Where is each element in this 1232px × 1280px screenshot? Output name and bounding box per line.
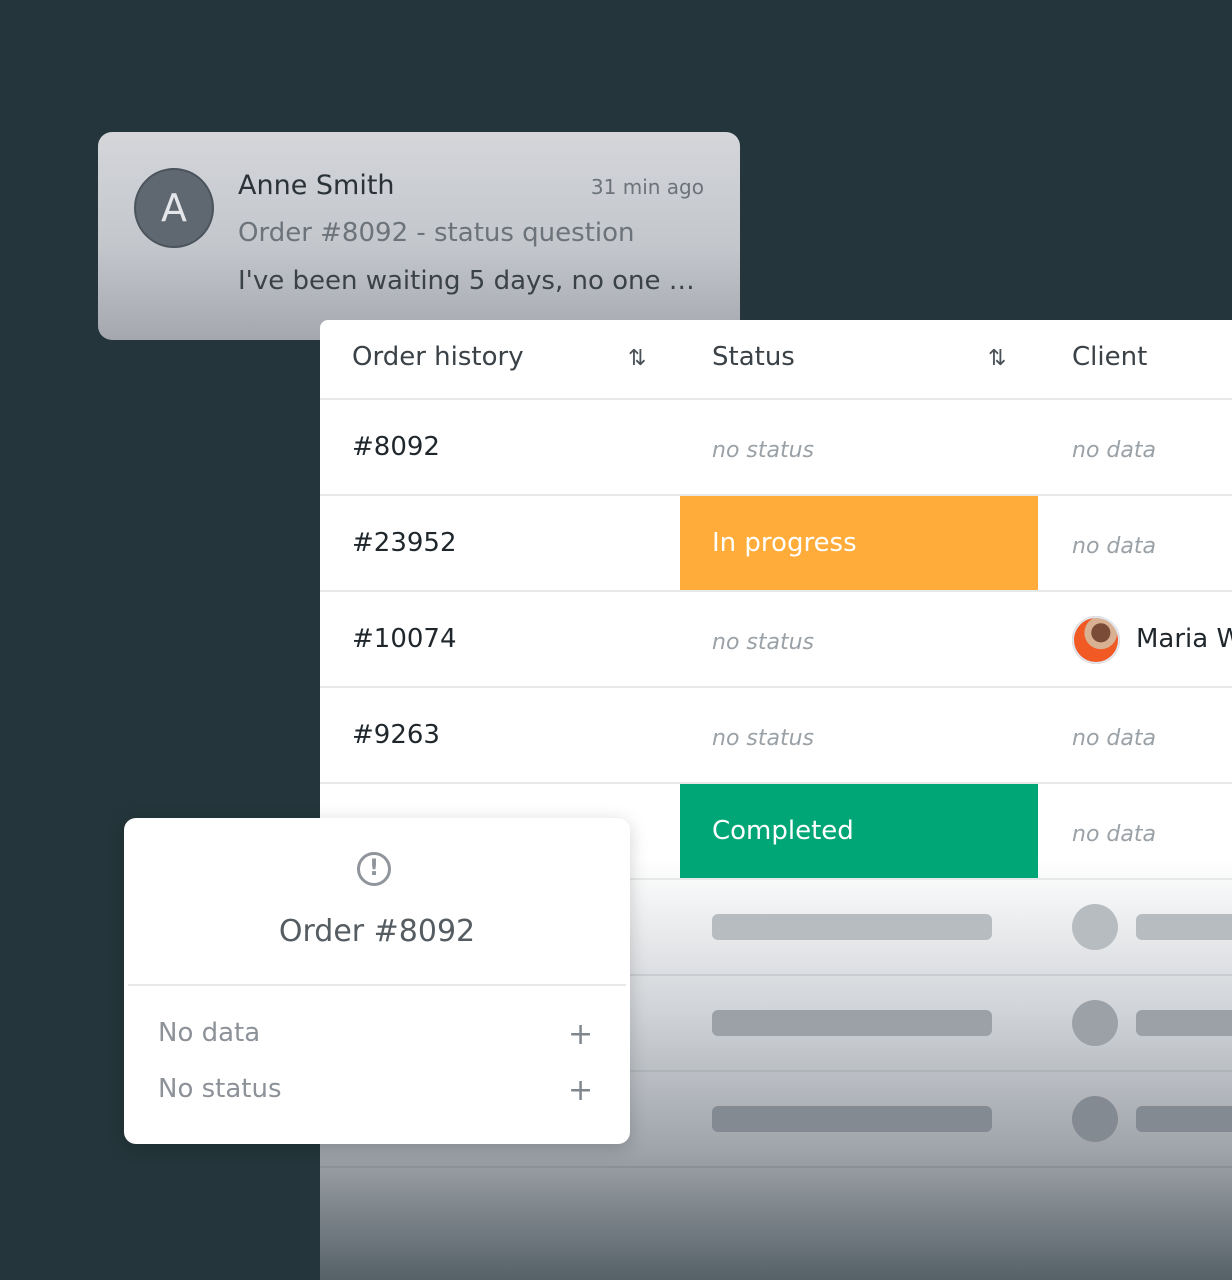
no-status-option[interactable]: No status [158,1074,282,1104]
order-id: #23952 [352,528,457,558]
avatar: A [134,168,214,248]
divider [128,984,626,986]
client-avatar [1072,616,1120,664]
status-cell[interactable]: no status [712,438,814,463]
skeleton-bar [712,1106,992,1132]
message-preview: I've been waiting 5 days, no one is... [238,266,702,296]
alert-circle-icon: ! [357,852,391,886]
table-row[interactable]: #8092 no status no data [320,400,1232,496]
sender-name: Anne Smith [238,170,395,201]
skeleton-avatar [1072,904,1118,950]
client-name[interactable]: Maria W [1136,624,1232,654]
sort-icon[interactable]: ⇅ [988,346,1007,371]
message-time: 31 min ago [590,175,704,199]
add-data-plus-icon[interactable]: + [568,1020,593,1050]
skeleton-bar [1136,914,1232,940]
skeleton-avatar [1072,1096,1118,1142]
status-cell[interactable]: no status [712,726,814,751]
status-badge-in-progress[interactable]: In progress [680,496,1038,590]
skeleton-bar [1136,1106,1232,1132]
client-cell[interactable]: no data [1072,726,1156,751]
order-id: #9263 [352,720,440,750]
order-title: Order #8092 [278,914,476,949]
client-cell[interactable]: no data [1072,822,1156,847]
status-cell[interactable]: no status [712,630,814,655]
skeleton-bar [712,1010,992,1036]
add-status-plus-icon[interactable]: + [568,1076,593,1106]
skeleton-bar [712,914,992,940]
column-header-status[interactable]: Status [712,342,795,372]
column-header-order-history[interactable]: Order history [352,342,524,372]
app-stage: A Anne Smith 31 min ago Order #8092 - st… [0,0,1232,1280]
no-data-option[interactable]: No data [158,1018,260,1048]
table-header-row: Order history ⇅ Status ⇅ Client [320,320,1232,400]
order-id: #8092 [352,432,440,462]
client-cell[interactable]: no data [1072,438,1156,463]
order-id: #10074 [352,624,457,654]
table-row[interactable]: #10074 no status Maria W [320,592,1232,688]
table-row[interactable]: #23952 In progress no data [320,496,1232,592]
status-badge-completed[interactable]: Completed [680,784,1038,878]
sort-icon[interactable]: ⇅ [628,346,647,371]
message-subject: Order #8092 - status question [238,218,635,248]
message-notification[interactable]: A Anne Smith 31 min ago Order #8092 - st… [98,132,740,340]
order-detail-card: ! Order #8092 No data + No status + [124,818,630,1144]
skeleton-bar [1136,1010,1232,1036]
client-cell[interactable]: no data [1072,534,1156,559]
table-row[interactable]: #9263 no status no data [320,688,1232,784]
column-header-client[interactable]: Client [1072,342,1147,372]
skeleton-avatar [1072,1000,1118,1046]
